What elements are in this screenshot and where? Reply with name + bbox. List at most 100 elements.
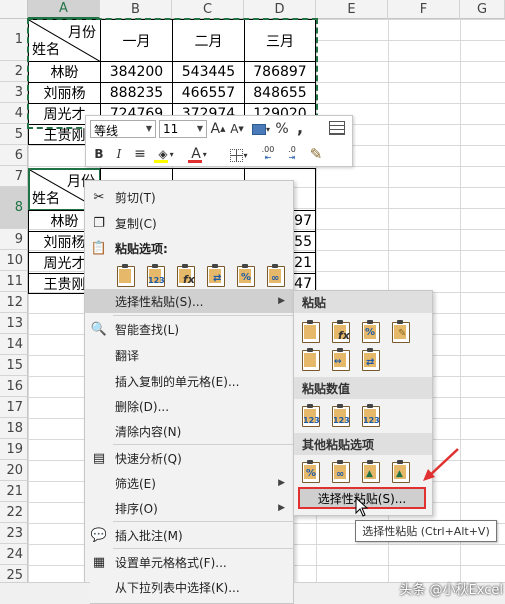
menu-item-filter[interactable]: 筛选(E) ▶ bbox=[85, 471, 293, 495]
menu-item-copy[interactable]: ❐ 复制(C) bbox=[85, 211, 293, 235]
row-header[interactable]: 18 bbox=[0, 418, 28, 439]
paste-link-icon[interactable]: ∞ bbox=[265, 263, 287, 287]
row-header[interactable]: 23 bbox=[0, 523, 28, 544]
paste-icon[interactable] bbox=[300, 319, 322, 343]
no-borders-icon[interactable] bbox=[300, 347, 322, 371]
format-painter-button[interactable]: ✎ bbox=[306, 144, 326, 164]
submenu-arrow-icon: ▶ bbox=[278, 478, 285, 488]
row-header[interactable]: 19 bbox=[0, 439, 28, 460]
paste-formulas-icon[interactable]: fx bbox=[330, 319, 352, 343]
italic-button[interactable]: I bbox=[112, 144, 126, 164]
decrease-font-button[interactable]: A ▼ bbox=[229, 119, 245, 139]
font-name-dropdown[interactable]: 等线 ▼ bbox=[90, 120, 156, 138]
value-cell[interactable]: 466557 bbox=[172, 82, 245, 104]
menu-item-smart-lookup[interactable]: 🔍 智能查找(L) bbox=[85, 317, 293, 341]
name-cell[interactable]: 林盼 bbox=[28, 61, 101, 83]
row-header[interactable]: 8 bbox=[0, 187, 28, 229]
row-header[interactable]: 10 bbox=[0, 250, 28, 271]
borders-button[interactable]: ▾ bbox=[226, 146, 252, 164]
row-header[interactable]: 4 bbox=[0, 103, 28, 124]
row-header[interactable]: 11 bbox=[0, 271, 28, 292]
column-header-b[interactable]: B bbox=[100, 0, 172, 19]
row-header[interactable]: 22 bbox=[0, 502, 28, 523]
align-center-button[interactable]: ≡ bbox=[132, 144, 148, 164]
month-header[interactable]: 二月 bbox=[172, 19, 245, 62]
value-cell[interactable]: 888235 bbox=[100, 82, 173, 104]
row-header[interactable]: 3 bbox=[0, 82, 28, 103]
row-header[interactable]: 6 bbox=[0, 145, 28, 166]
menu-item-insert-copied[interactable]: 插入复制的单元格(E)... bbox=[85, 369, 293, 393]
row-header[interactable]: 12 bbox=[0, 292, 28, 313]
row-header[interactable]: 15 bbox=[0, 355, 28, 376]
paste-transpose-icon[interactable]: ⇄ bbox=[205, 263, 227, 287]
paste-formulas-number-format-icon[interactable]: % bbox=[360, 319, 382, 343]
menu-item-delete[interactable]: 删除(D)... bbox=[85, 394, 293, 418]
font-color-button[interactable]: A ▾ bbox=[186, 144, 212, 164]
paste-link-icon[interactable]: ∞ bbox=[330, 459, 352, 483]
values-number-format-icon[interactable]: 123 bbox=[330, 403, 352, 427]
value-cell[interactable]: 786897 bbox=[244, 61, 316, 83]
format-cells-icon: ▦ bbox=[92, 554, 106, 570]
menu-item-quick-analysis[interactable]: ▤ 快速分析(Q) bbox=[85, 446, 293, 470]
row-header[interactable]: 24 bbox=[0, 544, 28, 565]
row-header[interactable]: 5 bbox=[0, 124, 28, 145]
menu-item-cut[interactable]: ✂ 剪切(T) bbox=[85, 185, 293, 209]
row-header[interactable]: 14 bbox=[0, 334, 28, 355]
row-header[interactable]: 21 bbox=[0, 481, 28, 502]
diagonal-header-cell[interactable]: 月份 姓名 bbox=[28, 19, 101, 62]
row-header[interactable]: 20 bbox=[0, 460, 28, 481]
menu-item-sort[interactable]: 排序(O) ▶ bbox=[85, 496, 293, 520]
value-cell[interactable]: 384200 bbox=[100, 61, 173, 83]
sheet-tabs-strip[interactable] bbox=[0, 582, 90, 604]
values-icon[interactable]: 123 bbox=[300, 403, 322, 427]
month-header[interactable]: 三月 bbox=[244, 19, 316, 62]
paste-formulas-icon[interactable]: fx bbox=[175, 263, 197, 287]
paste-icon[interactable] bbox=[115, 263, 137, 287]
paste-formatting-icon[interactable]: % bbox=[235, 263, 257, 287]
month-header[interactable]: 一月 bbox=[100, 19, 173, 62]
percent-style-button[interactable]: % bbox=[274, 119, 290, 139]
row-header[interactable]: 9 bbox=[0, 229, 28, 250]
values-source-formatting-icon[interactable]: 123 bbox=[360, 403, 382, 427]
accounting-format-button[interactable]: ▾ bbox=[250, 120, 272, 138]
name-cell[interactable]: 刘丽杨 bbox=[28, 82, 101, 104]
keep-column-widths-icon[interactable]: ↔ bbox=[330, 347, 352, 371]
transpose-icon[interactable]: ⇄ bbox=[360, 347, 382, 371]
comma-style-button[interactable]: , bbox=[294, 117, 306, 137]
increase-decimal-button[interactable]: .00 ⇤ bbox=[258, 144, 278, 164]
tooltip: 选择性粘贴 (Ctrl+Alt+V) bbox=[355, 520, 497, 542]
column-header-c[interactable]: C bbox=[172, 0, 244, 19]
value-cell[interactable]: 543445 bbox=[172, 61, 245, 83]
fill-color-button[interactable]: ◈ ▾ bbox=[152, 144, 180, 164]
menu-item-translate[interactable]: 翻译 bbox=[85, 343, 293, 367]
row-header[interactable]: 1 bbox=[0, 19, 28, 61]
decrease-decimal-button[interactable]: .0 ⇥ bbox=[282, 144, 302, 164]
menu-item-format-cells[interactable]: ▦ 设置单元格格式(F)... bbox=[85, 550, 293, 574]
row-header[interactable]: 17 bbox=[0, 397, 28, 418]
menu-item-pick-list[interactable]: 从下拉列表中选择(K)... bbox=[85, 575, 293, 599]
column-header-d[interactable]: D bbox=[244, 0, 316, 19]
picture-icon[interactable]: ▲ bbox=[360, 459, 382, 483]
formatting-icon[interactable]: % bbox=[300, 459, 322, 483]
value-cell[interactable]: 848655 bbox=[244, 82, 316, 104]
column-header-a[interactable]: A bbox=[28, 0, 100, 19]
format-table-button[interactable] bbox=[328, 120, 346, 136]
increase-font-button[interactable]: A ▲ bbox=[210, 119, 226, 139]
select-all-corner[interactable] bbox=[0, 0, 28, 19]
column-header-e[interactable]: E bbox=[316, 0, 388, 19]
row-header[interactable]: 13 bbox=[0, 313, 28, 334]
row-header[interactable]: 16 bbox=[0, 376, 28, 397]
menu-item-paste-special[interactable]: 选择性粘贴(S)... ▶ bbox=[85, 289, 293, 313]
menu-item-insert-comment[interactable]: 💬 插入批注(M) bbox=[85, 523, 293, 547]
row-header[interactable]: 7 bbox=[0, 166, 28, 187]
column-header-g[interactable]: G bbox=[460, 0, 505, 19]
paste-options-header: 📋 粘贴选项: bbox=[85, 236, 293, 260]
linked-picture-icon[interactable]: ▲ bbox=[390, 459, 412, 483]
row-header[interactable]: 2 bbox=[0, 61, 28, 82]
paste-values-icon[interactable]: 123 bbox=[145, 263, 167, 287]
column-header-f[interactable]: F bbox=[388, 0, 460, 19]
bold-button[interactable]: B bbox=[92, 144, 106, 164]
font-size-dropdown[interactable]: 11 ▼ bbox=[159, 120, 207, 138]
keep-source-formatting-icon[interactable]: ✎ bbox=[390, 319, 412, 343]
menu-item-clear[interactable]: 清除内容(N) bbox=[85, 419, 293, 443]
